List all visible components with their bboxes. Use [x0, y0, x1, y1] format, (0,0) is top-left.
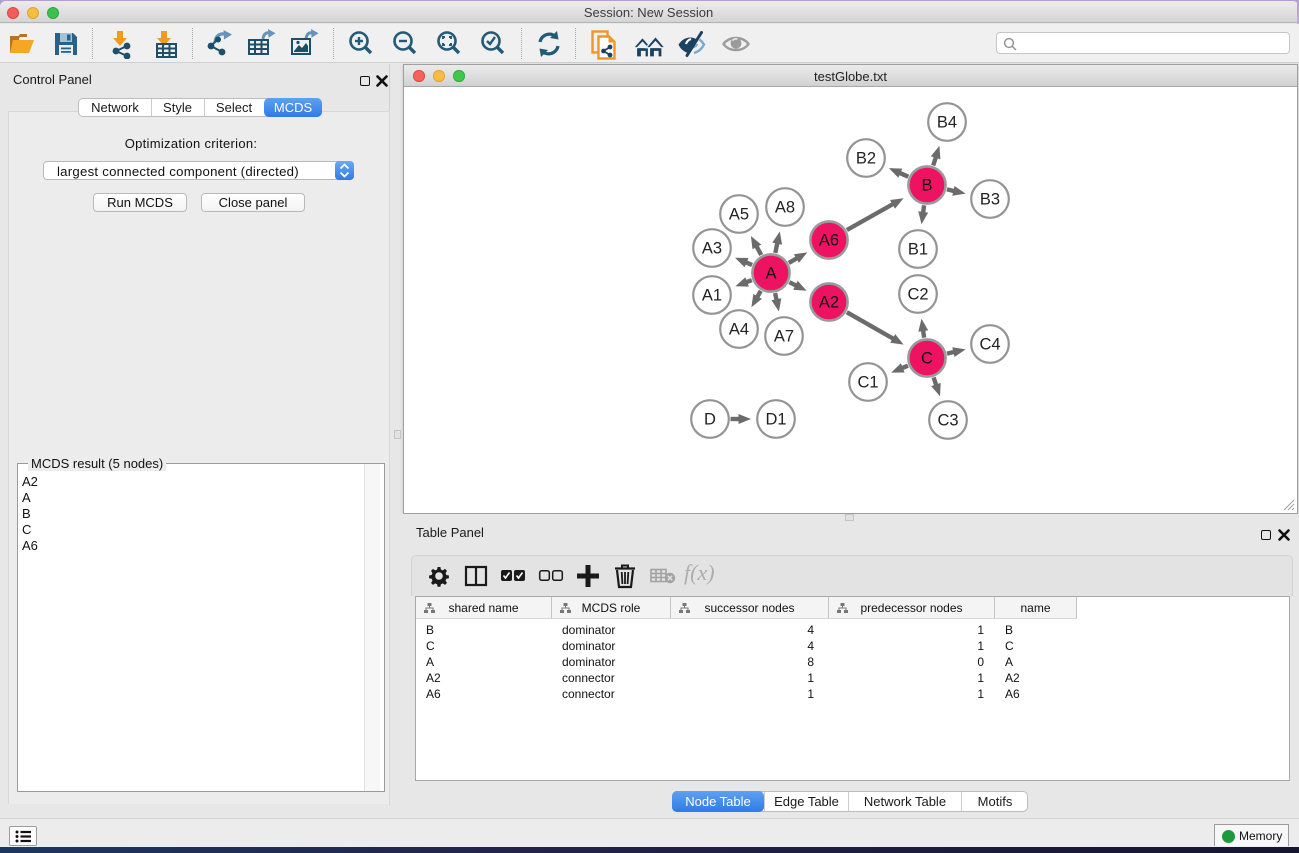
svg-text:B1: B1	[908, 241, 928, 259]
svg-text:B4: B4	[937, 114, 957, 132]
svg-text:D1: D1	[765, 411, 786, 429]
svg-text:C3: C3	[937, 412, 958, 430]
svg-text:D: D	[704, 411, 716, 429]
svg-text:A6: A6	[819, 232, 839, 250]
svg-text:A3: A3	[702, 240, 722, 258]
svg-text:A4: A4	[729, 321, 749, 339]
svg-text:A1: A1	[702, 287, 722, 305]
svg-text:A7: A7	[774, 328, 794, 346]
svg-text:A: A	[765, 265, 776, 283]
svg-text:A5: A5	[729, 206, 749, 224]
svg-text:C2: C2	[907, 286, 928, 304]
svg-text:B3: B3	[980, 191, 1000, 209]
svg-text:A8: A8	[775, 199, 795, 217]
svg-text:C1: C1	[857, 374, 878, 392]
svg-text:B2: B2	[856, 150, 876, 168]
svg-text:C: C	[921, 350, 933, 368]
svg-text:A2: A2	[819, 294, 839, 312]
svg-text:C4: C4	[979, 336, 1000, 354]
svg-text:B: B	[921, 177, 932, 195]
